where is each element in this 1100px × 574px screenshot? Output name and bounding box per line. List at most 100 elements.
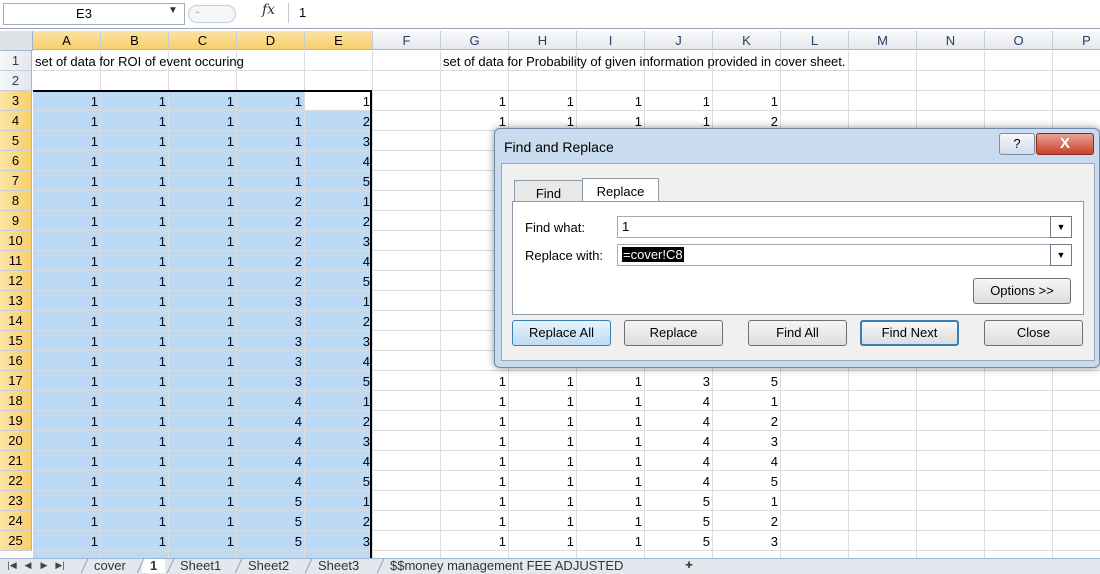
cell-I22[interactable]: 1 [577,471,645,491]
cell-H23[interactable]: 1 [509,491,577,511]
row-header-1[interactable]: 1 [0,51,32,71]
row-header-15[interactable]: 15 [0,331,32,351]
row-header-16[interactable]: 16 [0,351,32,371]
cell-G1[interactable]: set of data for Probability of given inf… [441,51,1041,71]
row-header-14[interactable]: 14 [0,311,32,331]
row-header-20[interactable]: 20 [0,431,32,451]
column-header-B[interactable]: B [101,31,169,50]
cell-J24[interactable]: 5 [645,511,713,531]
find-next-button[interactable]: Find Next [860,320,959,346]
cell-H17[interactable]: 1 [509,371,577,391]
replace-with-field[interactable]: =cover!C8 [617,244,1055,266]
replace-with-dropdown[interactable]: ▼ [1050,244,1072,266]
cell-I23[interactable]: 1 [577,491,645,511]
cell-K21[interactable]: 4 [713,451,781,471]
row-header-13[interactable]: 13 [0,291,32,311]
select-all-corner[interactable] [0,31,33,51]
cell-H18[interactable]: 1 [509,391,577,411]
close-icon[interactable]: X [1036,133,1094,155]
cell-I25[interactable]: 1 [577,531,645,551]
cell-H19[interactable]: 1 [509,411,577,431]
options-button[interactable]: Options >> [973,278,1071,304]
cell-K25[interactable]: 3 [713,531,781,551]
row-header-5[interactable]: 5 [0,131,32,151]
help-button[interactable]: ? [999,133,1035,155]
row-header-22[interactable]: 22 [0,471,32,491]
first-sheet-icon[interactable]: |◀ [6,559,18,572]
cell-J19[interactable]: 4 [645,411,713,431]
column-header-F[interactable]: F [373,31,441,50]
row-header-4[interactable]: 4 [0,111,32,131]
row-header-10[interactable]: 10 [0,231,32,251]
column-header-G[interactable]: G [441,31,509,50]
cell-K20[interactable]: 3 [713,431,781,451]
cell-H21[interactable]: 1 [509,451,577,471]
tab-replace[interactable]: Replace [582,178,659,202]
row-header-11[interactable]: 11 [0,251,32,271]
row-header-6[interactable]: 6 [0,151,32,171]
sheet-tab-4[interactable]: Sheet3 [310,559,367,573]
row-header-21[interactable]: 21 [0,451,32,471]
cell-I19[interactable]: 1 [577,411,645,431]
cell-J18[interactable]: 4 [645,391,713,411]
column-header-H[interactable]: H [509,31,577,50]
sheet-tab-0[interactable]: cover [86,559,134,573]
column-header-L[interactable]: L [781,31,849,50]
find-all-button[interactable]: Find All [748,320,847,346]
cell-I24[interactable]: 1 [577,511,645,531]
formula-input[interactable]: 1 [288,3,1100,23]
row-header-2[interactable]: 2 [0,71,32,91]
cell-H3[interactable]: 1 [509,91,577,111]
sheet-tab-5[interactable]: $$money management FEE ADJUSTED [382,559,631,573]
cell-K24[interactable]: 2 [713,511,781,531]
cell-K23[interactable]: 1 [713,491,781,511]
column-header-E[interactable]: E [305,31,373,50]
cell-J22[interactable]: 4 [645,471,713,491]
row-header-19[interactable]: 19 [0,411,32,431]
row-header-25[interactable]: 25 [0,531,32,551]
row-header-17[interactable]: 17 [0,371,32,391]
column-header-I[interactable]: I [577,31,645,50]
sheet-tab-2[interactable]: Sheet1 [172,559,229,573]
insert-function-icon[interactable]: fx [262,2,275,18]
cell-G18[interactable]: 1 [441,391,509,411]
row-header-18[interactable]: 18 [0,391,32,411]
cell-G25[interactable]: 1 [441,531,509,551]
row-header-3[interactable]: 3 [0,91,32,111]
cell-J25[interactable]: 5 [645,531,713,551]
cell-I17[interactable]: 1 [577,371,645,391]
cell-G20[interactable]: 1 [441,431,509,451]
cell-K3[interactable]: 1 [713,91,781,111]
column-header-P[interactable]: P [1053,31,1100,50]
cell-K18[interactable]: 1 [713,391,781,411]
column-header-M[interactable]: M [849,31,917,50]
row-header-7[interactable]: 7 [0,171,32,191]
column-header-K[interactable]: K [713,31,781,50]
cell-I3[interactable]: 1 [577,91,645,111]
cell-J3[interactable]: 1 [645,91,713,111]
cell-K17[interactable]: 5 [713,371,781,391]
row-header-9[interactable]: 9 [0,211,32,231]
row-header-24[interactable]: 24 [0,511,32,531]
chevron-down-icon[interactable]: ▼ [168,5,178,16]
row-header-23[interactable]: 23 [0,491,32,511]
column-header-J[interactable]: J [645,31,713,50]
cell-I18[interactable]: 1 [577,391,645,411]
row-header-12[interactable]: 12 [0,271,32,291]
cell-G23[interactable]: 1 [441,491,509,511]
cell-G21[interactable]: 1 [441,451,509,471]
cell-I21[interactable]: 1 [577,451,645,471]
cell-I20[interactable]: 1 [577,431,645,451]
cell-H20[interactable]: 1 [509,431,577,451]
tab-find[interactable]: Find [514,180,583,202]
cell-K19[interactable]: 2 [713,411,781,431]
find-what-dropdown[interactable]: ▼ [1050,216,1072,238]
formula-bar-resize-handle[interactable]: ⁃ [188,5,236,23]
column-header-D[interactable]: D [237,31,305,50]
cell-J21[interactable]: 4 [645,451,713,471]
prev-sheet-icon[interactable]: ◀ [22,559,34,572]
sheet-tab-3[interactable]: Sheet2 [240,559,297,573]
replace-button[interactable]: Replace [624,320,723,346]
cell-G22[interactable]: 1 [441,471,509,491]
cell-H25[interactable]: 1 [509,531,577,551]
